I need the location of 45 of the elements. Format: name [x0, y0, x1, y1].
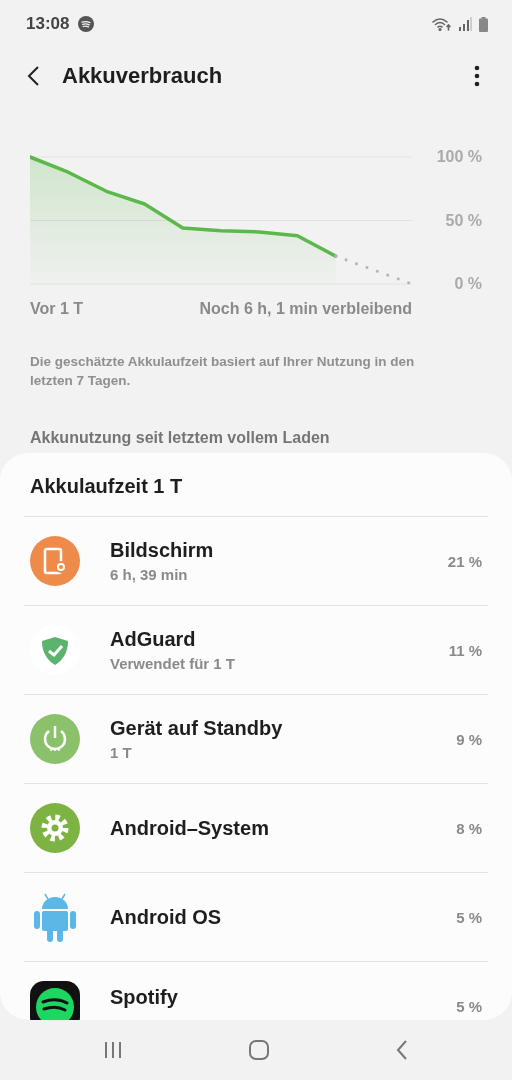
axis-label: Vor 1 T — [30, 300, 84, 318]
recent-apps-icon — [102, 1040, 123, 1060]
more-icon — [474, 65, 480, 87]
section-title: Akkunutzung seit letztem vollem Laden — [30, 429, 331, 447]
power-icon — [30, 714, 80, 764]
remaining-time-label: Noch 6 h, 1 min verbleibend — [199, 300, 412, 318]
battery-icon — [479, 16, 488, 32]
usage-duration: 1 T — [110, 744, 133, 761]
clock: 13:08 — [26, 14, 70, 34]
app-name: Android OS — [110, 905, 223, 929]
screen-brightness-icon — [30, 536, 80, 586]
signal-icon — [458, 17, 472, 31]
usage-percent: 5 % — [456, 997, 482, 1015]
info-text: Die geschätzte Akkulaufzeit basiert auf Ihrer Nutzung in den letzten 7 Tagen. — [30, 353, 416, 390]
settings-icon — [30, 803, 80, 853]
usage-percent: 9 % — [456, 730, 482, 748]
android-robot-icon — [33, 891, 77, 943]
spotify-icon — [30, 981, 80, 1020]
app-name: Android–System — [110, 816, 270, 840]
spotify-icon — [78, 16, 95, 32]
app-name: Spotify — [110, 985, 179, 1009]
app-usage-item[interactable]: Spotify 5 % — [24, 962, 488, 1020]
home-icon — [248, 1039, 270, 1061]
axis-label: 0 % — [454, 275, 482, 293]
usage-percent: 21 % — [447, 552, 482, 570]
usage-percent: 8 % — [456, 819, 482, 837]
back-icon — [26, 65, 40, 87]
usage-percent: 11 % — [448, 641, 482, 659]
page-title: Akkuverbrauch — [62, 63, 223, 89]
app-usage-item[interactable]: Android OS 5 % — [24, 873, 488, 962]
wifi-icon — [431, 17, 451, 31]
usage-duration: 6 h, 39 min — [110, 566, 189, 583]
app-usage-item[interactable]: Gerät auf Standby 1 T 9 % — [24, 695, 488, 784]
app-name: Bildschirm — [110, 539, 215, 562]
card-title: Akkulaufzeit 1 T — [24, 453, 488, 517]
app-name: AdGuard — [110, 628, 197, 651]
app-usage-item[interactable]: Android–System 8 % — [24, 784, 488, 873]
axis-label: 100 % — [436, 148, 482, 166]
back-icon — [395, 1039, 410, 1061]
usage-percent: 5 % — [456, 908, 482, 926]
axis-label: 50 % — [445, 211, 482, 230]
usage-duration: Verwendet für 1 T — [110, 655, 237, 672]
app-name: Gerät auf Standby — [110, 717, 284, 740]
app-usage-item[interactable]: AdGuard Verwendet für 1 T 11 % — [24, 606, 488, 695]
app-usage-item[interactable]: Bildschirm 6 h, 39 min 21 % — [24, 517, 488, 606]
